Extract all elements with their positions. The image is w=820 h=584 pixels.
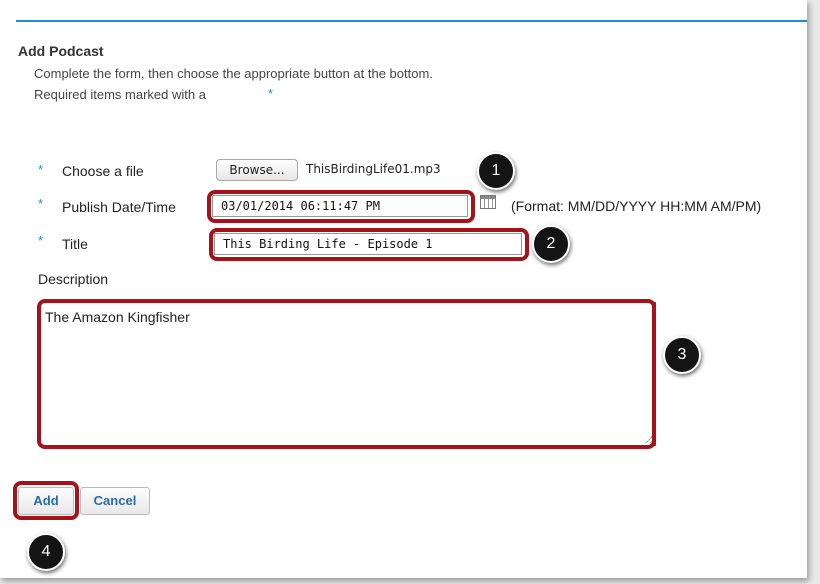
browse-button[interactable]: Browse... <box>216 159 298 181</box>
publish-date-label: Publish Date/Time <box>62 199 176 215</box>
required-asterisk: * <box>38 196 44 211</box>
cancel-button[interactable]: Cancel <box>80 487 150 515</box>
required-asterisk: * <box>38 233 44 248</box>
page-title: Add Podcast <box>18 43 104 59</box>
highlight-box-4 <box>13 481 79 520</box>
date-format-hint: (Format: MM/DD/YYYY HH:MM AM/PM) <box>511 198 762 214</box>
highlight-box-1 <box>207 190 475 223</box>
required-asterisk: * <box>38 162 44 177</box>
highlight-box-3 <box>37 299 656 449</box>
title-label: Title <box>62 236 88 252</box>
callout-badge-2: 2 <box>532 225 570 263</box>
selected-filename: ThisBirdingLife01.mp3 <box>306 162 441 176</box>
callout-badge-3: 3 <box>663 336 701 374</box>
callout-badge-4: 4 <box>27 533 65 571</box>
podcast-form-panel: Add Podcast Complete the form, then choo… <box>0 0 807 578</box>
top-divider <box>16 20 807 22</box>
calendar-icon[interactable] <box>480 195 496 209</box>
instruction-text: Complete the form, then choose the appro… <box>34 66 433 81</box>
required-note: Required items marked with a <box>34 87 206 102</box>
required-asterisk: * <box>268 86 274 101</box>
file-label: Choose a file <box>62 163 144 179</box>
highlight-box-2 <box>209 228 529 261</box>
description-label: Description <box>38 271 109 287</box>
callout-badge-1: 1 <box>477 152 515 190</box>
